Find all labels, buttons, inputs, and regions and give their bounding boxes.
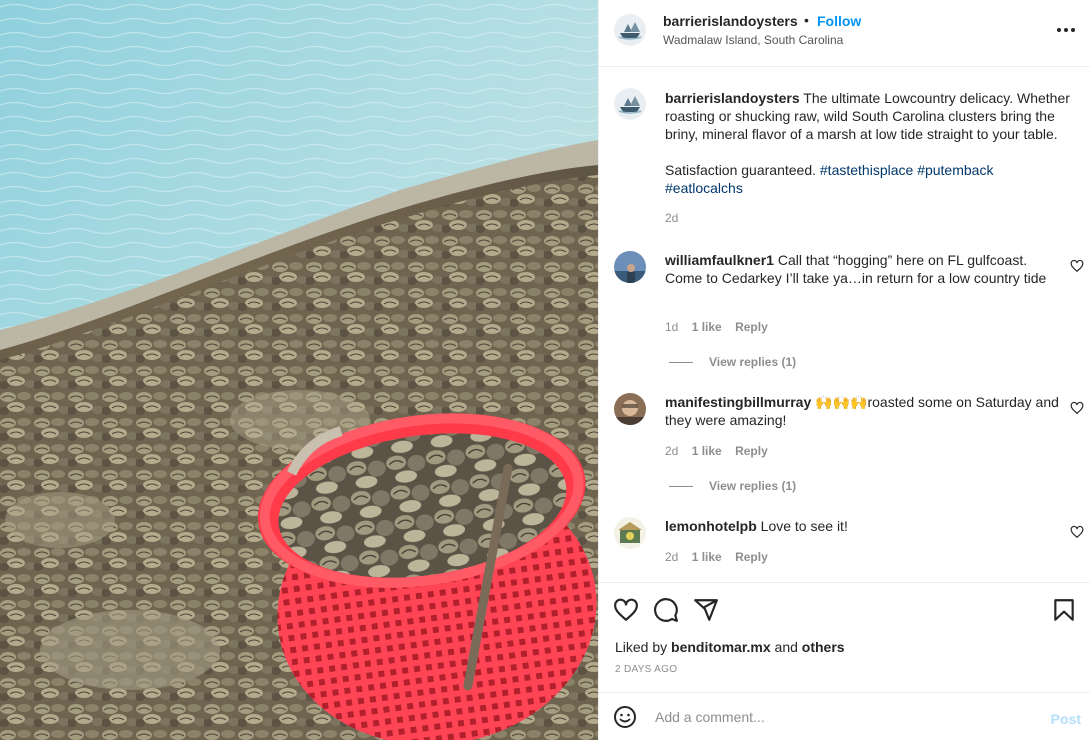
heart-icon[interactable] (613, 597, 639, 623)
comment: lemonhotelpb Love to see it! (665, 517, 1060, 535)
share-icon[interactable] (693, 597, 719, 623)
reply-button[interactable]: Reply (735, 550, 768, 564)
smiley-icon[interactable] (613, 705, 637, 729)
caption-timestamp[interactable]: 2d (665, 211, 678, 225)
liked-by: Liked by benditomar.mx and others (615, 639, 845, 655)
like-comment-heart-icon[interactable] (1070, 259, 1084, 273)
post-comment-button[interactable]: Post (1051, 711, 1081, 727)
add-comment-bar: Post (599, 692, 1090, 740)
post-timestamp[interactable]: 2 DAYS AGO (615, 664, 677, 675)
reply-button[interactable]: Reply (735, 320, 768, 334)
caption-second-paragraph: Satisfaction guaranteed. #tastethisplace… (665, 161, 1085, 197)
comment-meta: 2d 1 like Reply (665, 444, 778, 458)
like-comment-heart-icon[interactable] (1070, 525, 1084, 539)
comment-avatar[interactable] (614, 393, 646, 425)
reply-button[interactable]: Reply (735, 444, 768, 458)
view-replies-label: View replies (1) (709, 355, 797, 369)
comment-likes[interactable]: 1 like (692, 550, 722, 564)
view-replies-label: View replies (1) (709, 479, 797, 493)
comment-time[interactable]: 1d (665, 320, 678, 334)
comment-likes[interactable]: 1 like (692, 444, 722, 458)
post-actions: Liked by benditomar.mx and others 2 DAYS… (599, 582, 1090, 692)
follow-button[interactable]: Follow (817, 13, 861, 29)
post-location[interactable]: Wadmalaw Island, South Carolina (663, 33, 843, 47)
hashtag-link[interactable]: #eatlocalchs (665, 180, 743, 196)
oyster-photo-image (0, 0, 598, 740)
barrier-island-logo-icon (614, 88, 646, 120)
comment-username[interactable]: lemonhotelpb (665, 518, 757, 534)
liked-by-others-link[interactable]: others (802, 639, 845, 655)
caption-time: 2d (665, 211, 688, 225)
view-replies-button[interactable]: View replies (1) (669, 479, 796, 493)
hashtag-link[interactable]: #tastethisplace (820, 162, 913, 178)
comment: williamfaulkner1 Call that “hogging” her… (665, 251, 1060, 287)
comment-emoji: 🙌🙌🙌 (815, 394, 868, 410)
liked-by-and: and (774, 639, 798, 655)
caption: barrierislandoysters The ultimate Lowcou… (665, 89, 1085, 143)
liked-by-prefix: Liked by (615, 639, 668, 655)
comment-icon[interactable] (653, 597, 679, 623)
post-photo[interactable] (0, 0, 598, 740)
caption-text-2: Satisfaction guaranteed. (665, 162, 816, 178)
instagram-post-modal: barrierislandoysters • Follow Wadmalaw I… (0, 0, 1090, 740)
comment-meta: 1d 1 like Reply (665, 320, 778, 334)
post-side-panel: barrierislandoysters • Follow Wadmalaw I… (598, 0, 1090, 740)
comment-text: Love to see it! (760, 518, 848, 534)
comment-time[interactable]: 2d (665, 444, 678, 458)
post-username[interactable]: barrierislandoysters (663, 13, 798, 29)
comment-avatar[interactable] (614, 251, 646, 283)
comment-time[interactable]: 2d (665, 550, 678, 564)
liked-by-user-link[interactable]: benditomar.mx (671, 639, 771, 655)
comment-meta: 2d 1 like Reply (665, 550, 778, 564)
caption-username[interactable]: barrierislandoysters (665, 90, 800, 106)
comment: manifestingbillmurray 🙌🙌🙌roasted some on… (665, 393, 1060, 429)
comment-username[interactable]: williamfaulkner1 (665, 252, 774, 268)
separator-dot: • (804, 12, 809, 28)
comment-username[interactable]: manifestingbillmurray (665, 394, 811, 410)
more-horizontal-icon[interactable] (1051, 18, 1081, 42)
bookmark-icon[interactable] (1051, 597, 1077, 623)
user-photo-icon (614, 251, 646, 283)
avatar[interactable] (614, 14, 646, 46)
caption-avatar[interactable] (614, 88, 646, 120)
user-photo-icon (614, 393, 646, 425)
lemon-hotel-logo-icon (614, 517, 646, 549)
like-comment-heart-icon[interactable] (1070, 401, 1084, 415)
comment-likes[interactable]: 1 like (692, 320, 722, 334)
barrier-island-logo-icon (614, 14, 646, 46)
hashtag-link[interactable]: #putemback (917, 162, 993, 178)
comment-avatar[interactable] (614, 517, 646, 549)
comment-input[interactable] (655, 705, 1035, 729)
post-header: barrierislandoysters • Follow Wadmalaw I… (599, 0, 1090, 67)
view-replies-button[interactable]: View replies (1) (669, 355, 796, 369)
